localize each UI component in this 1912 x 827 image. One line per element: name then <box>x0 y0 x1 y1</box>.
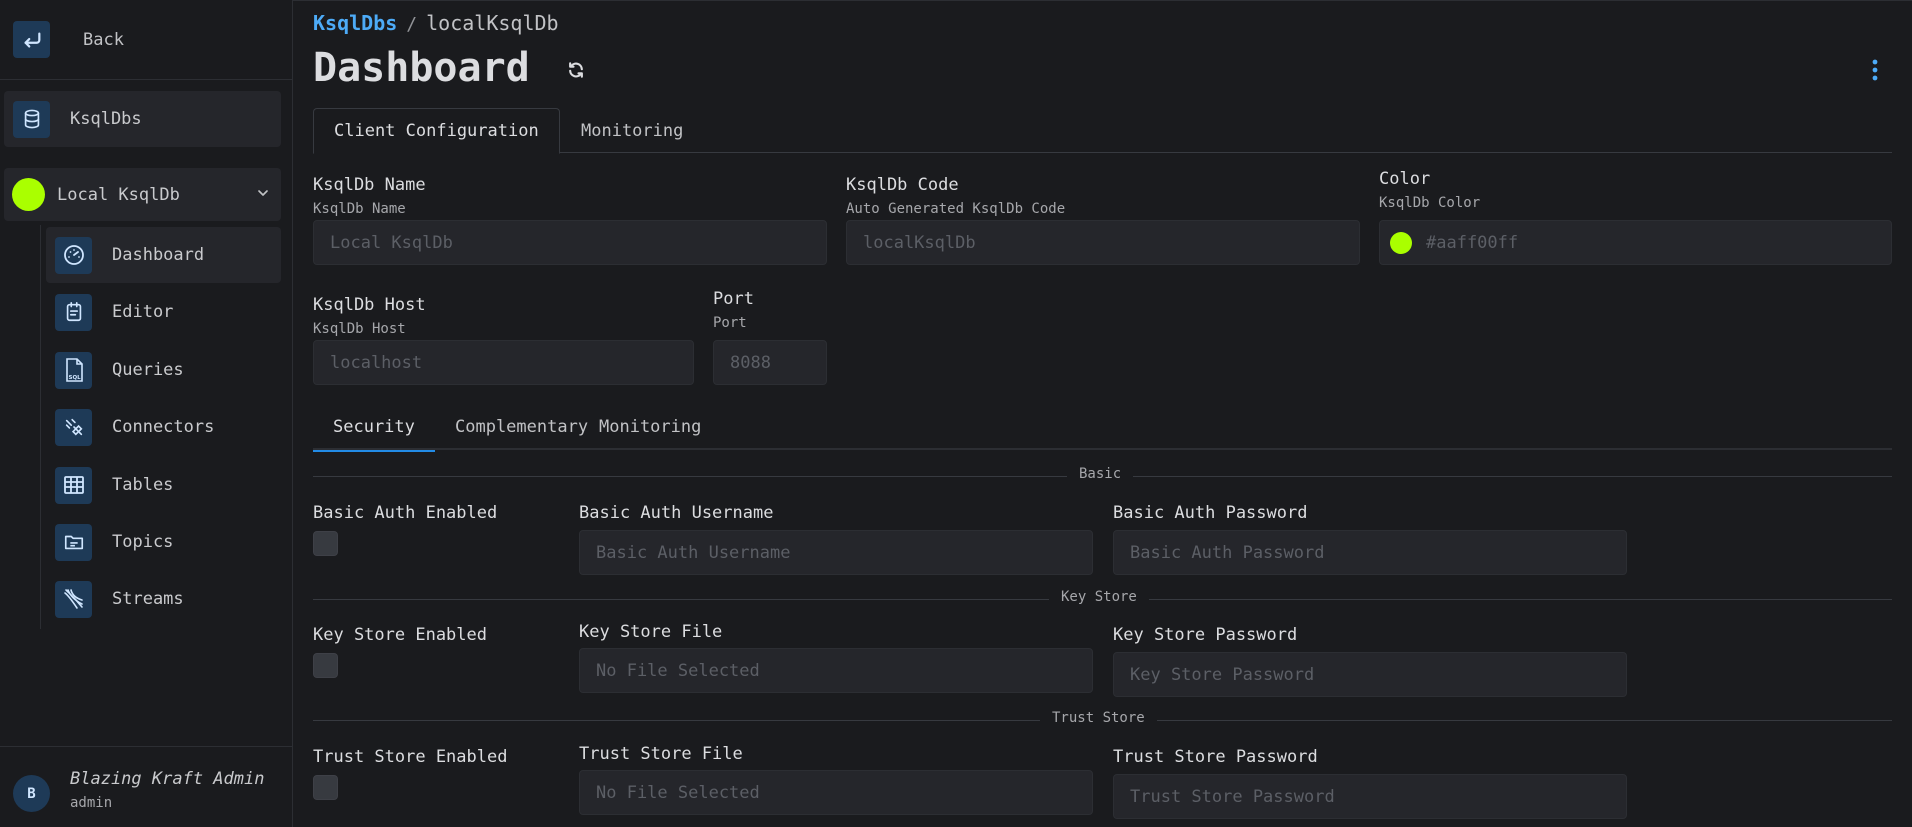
svg-text:SQL: SQL <box>68 375 81 381</box>
sidebar-item-ksqldbs[interactable]: KsqlDbs <box>4 91 281 147</box>
tab-security[interactable]: Security <box>313 404 435 452</box>
trust-store-password-input[interactable]: Trust Store Password <box>1113 774 1627 819</box>
tab-sub-monitoring[interactable]: Monitoring <box>579 404 721 450</box>
sidebar-group-local-ksqldb[interactable]: Local KsqlDb <box>4 168 281 221</box>
table-icon <box>55 466 92 504</box>
basic-auth-enabled-label: Basic Auth Enabled <box>313 503 498 523</box>
breadcrumb: KsqlDbs / localKsqlDb <box>313 11 559 35</box>
sidebar-item-queries[interactable]: SQL Queries <box>46 342 281 398</box>
avatar: B <box>13 775 50 812</box>
main-tabs: Client Configuration Monitoring <box>313 108 1892 154</box>
ksqldb-host-label: KsqlDb Host <box>313 295 426 315</box>
ksqldb-code-label: KsqlDb Code <box>846 175 959 195</box>
breadcrumb-separator: / <box>406 14 418 35</box>
color-description: KsqlDb Color <box>1379 195 1481 211</box>
back-label: Back <box>83 29 124 50</box>
ksqldb-code-input[interactable]: localKsqlDb <box>846 220 1360 265</box>
sidebar-item-label: Connectors <box>112 417 215 437</box>
port-description: Port <box>713 315 747 331</box>
main-content: KsqlDbs / localKsqlDb Dashboard Client C… <box>293 0 1912 827</box>
tree-line <box>40 225 41 629</box>
ksqldb-code-description: Auto Generated KsqlDb Code <box>846 201 1066 217</box>
ksqldb-color-dot <box>12 178 45 211</box>
sidebar-group-label: Local KsqlDb <box>57 184 180 205</box>
key-store-enabled-label: Key Store Enabled <box>313 625 487 645</box>
page-title: Dashboard <box>313 45 530 91</box>
sidebar-item-label: Topics <box>112 532 174 552</box>
sidebar: Back KsqlDbs Local KsqlDb Dashboard Edit… <box>0 0 293 827</box>
tab-client-configuration[interactable]: Client Configuration <box>313 108 560 154</box>
trust-store-password-label: Trust Store Password <box>1113 747 1318 767</box>
trust-store-file-input[interactable]: No File Selected <box>579 770 1093 815</box>
port-label: Port <box>713 289 754 309</box>
sidebar-item-label: Dashboard <box>112 245 205 265</box>
ksqldb-host-input[interactable]: localhost <box>313 340 694 385</box>
color-swatch <box>1390 231 1412 254</box>
user-footer[interactable]: B Blazing Kraft Admin admin <box>0 746 292 827</box>
sidebar-item-label: Queries <box>112 360 184 380</box>
sidebar-item-dashboard[interactable]: Dashboard <box>46 227 281 283</box>
color-input[interactable]: #aaff00ff <box>1379 220 1892 265</box>
ksqldb-host-description: KsqlDb Host <box>313 321 406 337</box>
sidebar-item-label: KsqlDbs <box>70 109 142 129</box>
connectors-icon <box>55 408 92 446</box>
trust-store-section-label: Trust Store <box>1040 710 1157 726</box>
back-arrow-icon <box>13 21 50 58</box>
sidebar-item-label: Tables <box>112 475 174 495</box>
key-store-password-input[interactable]: Key Store Password <box>1113 652 1627 697</box>
sidebar-item-label: Streams <box>112 589 184 609</box>
sidebar-item-label: Editor <box>112 302 174 322</box>
tab-monitoring[interactable]: Monitoring <box>561 108 703 153</box>
sidebar-item-connectors[interactable]: Connectors <box>46 399 281 455</box>
color-label: Color <box>1379 169 1431 189</box>
breadcrumb-current: localKsqlDb <box>426 11 559 35</box>
breadcrumb-link-ksqldbs[interactable]: KsqlDbs <box>313 11 397 35</box>
color-value: #aaff00ff <box>1426 232 1519 253</box>
sql-file-icon: SQL <box>55 351 92 389</box>
basic-auth-username-label: Basic Auth Username <box>579 503 774 523</box>
config-sub-tabs: Security Complementary Monitoring <box>313 404 1892 452</box>
back-button[interactable]: Back <box>0 0 292 80</box>
editor-icon <box>55 293 92 331</box>
trust-store-file-label: Trust Store File <box>579 744 743 764</box>
sidebar-item-topics[interactable]: Topics <box>46 514 281 570</box>
sidebar-item-editor[interactable]: Editor <box>46 284 281 340</box>
sidebar-item-tables[interactable]: Tables <box>46 457 281 513</box>
topics-icon <box>55 523 92 561</box>
basic-auth-enabled-checkbox[interactable] <box>313 531 338 556</box>
basic-section-label: Basic <box>1067 466 1134 482</box>
trust-store-enabled-checkbox[interactable] <box>313 775 338 800</box>
ksqldb-name-input[interactable]: Local KsqlDb <box>313 220 827 265</box>
more-options-icon[interactable] <box>1865 57 1885 83</box>
key-store-password-label: Key Store Password <box>1113 625 1298 645</box>
ksqldb-name-description: KsqlDb Name <box>313 201 406 217</box>
key-store-file-input[interactable]: No File Selected <box>579 648 1093 693</box>
port-input[interactable]: 8088 <box>713 340 827 385</box>
streams-icon <box>55 580 92 618</box>
chevron-down-icon <box>255 185 271 205</box>
dashboard-icon <box>55 236 92 274</box>
basic-auth-username-input[interactable]: Basic Auth Username <box>579 530 1093 575</box>
ksqldb-name-label: KsqlDb Name <box>313 175 426 195</box>
refresh-icon[interactable] <box>563 57 589 83</box>
basic-auth-password-input[interactable]: Basic Auth Password <box>1113 530 1627 575</box>
key-store-file-label: Key Store File <box>579 622 723 642</box>
trust-store-enabled-label: Trust Store Enabled <box>313 747 508 767</box>
user-name: Blazing Kraft Admin <box>70 769 265 789</box>
key-store-enabled-checkbox[interactable] <box>313 653 338 678</box>
key-store-section-label: Key Store <box>1049 589 1149 605</box>
sidebar-item-streams[interactable]: Streams <box>46 571 281 627</box>
basic-auth-password-label: Basic Auth Password <box>1113 503 1308 523</box>
database-icon <box>13 100 50 138</box>
user-role: admin <box>70 795 113 811</box>
